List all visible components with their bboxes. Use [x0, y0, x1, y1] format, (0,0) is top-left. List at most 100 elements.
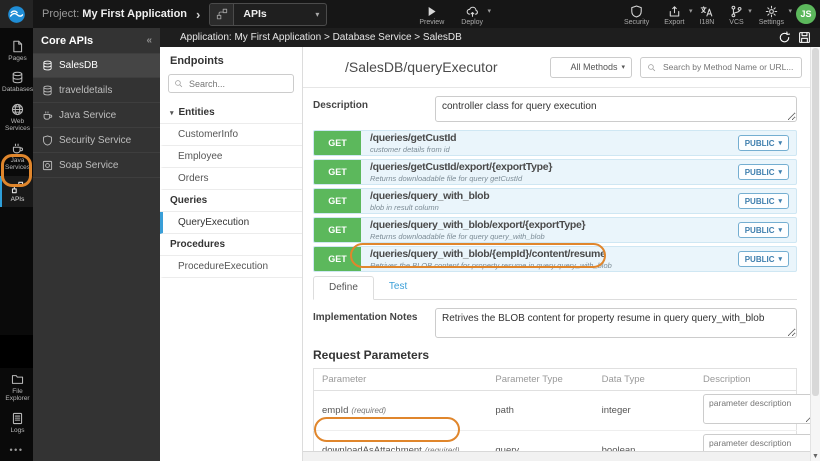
- access-label: PUBLIC: [744, 254, 775, 264]
- service-item-traveldetails[interactable]: traveldetails: [33, 78, 160, 103]
- service-item-soap-service[interactable]: Soap Service: [33, 153, 160, 178]
- endpoint-list: GET/queries/getCustId customer details fr…: [313, 130, 797, 272]
- endpoint-row-4[interactable]: GET/queries/query_with_blob/export/{expo…: [313, 217, 797, 243]
- endpoints-section-label: Queries: [170, 195, 208, 206]
- rail-overflow-button[interactable]: •••: [0, 438, 33, 461]
- chevron-down-icon: ▾: [621, 64, 625, 71]
- i18n-icon: [700, 5, 713, 18]
- endpoint-item-procedureexecution[interactable]: ProcedureExecution: [160, 256, 302, 278]
- endpoint-item-employee[interactable]: Employee: [160, 146, 302, 168]
- export-button[interactable]: Export ▾: [664, 3, 693, 26]
- method-badge: GET: [314, 189, 361, 213]
- access-label: PUBLIC: [744, 167, 775, 177]
- user-avatar[interactable]: JS: [796, 4, 816, 24]
- column-header-description: Description: [695, 368, 797, 391]
- param-description-textarea[interactable]: [703, 394, 810, 424]
- vcs-button[interactable]: VCS ▾: [729, 3, 752, 26]
- database-icon: [11, 71, 24, 84]
- implementation-notes-textarea[interactable]: Retrives the BLOB content for property r…: [435, 308, 797, 338]
- export-icon: [668, 5, 681, 18]
- sidebar-item-web-services[interactable]: Web Services: [0, 98, 33, 137]
- endpoint-info: /queries/getCustId/export/{exportType} Re…: [370, 162, 552, 182]
- preview-button[interactable]: Preview: [419, 3, 444, 26]
- method-filter-dropdown[interactable]: All Methods ▾: [550, 56, 632, 78]
- access-label: PUBLIC: [744, 138, 775, 148]
- endpoint-summary: blob in result column: [370, 202, 439, 212]
- table-row: empId (required) path integer: [313, 390, 810, 431]
- api-icon: [216, 8, 228, 20]
- play-icon: [425, 5, 438, 18]
- sidebar-item-pages[interactable]: Pages: [0, 35, 33, 66]
- endpoint-item-customerinfo[interactable]: CustomerInfo: [160, 124, 302, 146]
- main-scrollbar[interactable]: ▼: [810, 47, 820, 461]
- vcs-label: VCS: [729, 18, 744, 26]
- settings-button[interactable]: Settings ▾: [758, 3, 792, 26]
- folder-icon: [11, 373, 24, 386]
- access-dropdown-button[interactable]: PUBLIC ▾: [737, 251, 789, 267]
- wavemaker-studio-page: Project: My First Application › APIs ▾ Pr…: [0, 0, 820, 461]
- access-dropdown-button[interactable]: PUBLIC ▾: [737, 222, 789, 238]
- service-item-java-service[interactable]: Java Service: [33, 103, 160, 128]
- access-dropdown-button[interactable]: PUBLIC ▾: [737, 135, 789, 151]
- security-button[interactable]: Security: [624, 3, 649, 26]
- top-bar: Project: My First Application › APIs ▾ Pr…: [0, 0, 820, 28]
- scrollbar-thumb[interactable]: [812, 48, 819, 396]
- endpoints-search-input[interactable]: [187, 77, 288, 90]
- tab-define[interactable]: Define: [313, 276, 374, 300]
- endpoint-item-queryexecution[interactable]: QueryExecution: [160, 212, 302, 234]
- endpoint-summary: Retrives the BLOB content for property r…: [370, 260, 612, 270]
- param-name-cell: empId (required): [313, 390, 488, 431]
- method-search-input[interactable]: [661, 61, 795, 73]
- rail-bottom-items: File Explorer Logs: [0, 368, 33, 438]
- deploy-icon: [466, 5, 479, 18]
- endpoints-section-entities[interactable]: ▾ Entities: [160, 102, 302, 124]
- method-badge: GET: [314, 160, 361, 184]
- method-badge: GET: [314, 131, 361, 155]
- access-dropdown-button[interactable]: PUBLIC ▾: [737, 164, 789, 180]
- tab-test[interactable]: Test: [374, 276, 422, 300]
- scrollbar-down-arrow[interactable]: ▼: [811, 453, 820, 460]
- app-logo[interactable]: [0, 0, 33, 28]
- settings-label: Settings: [758, 18, 784, 26]
- sidebar-item-label: Logs: [10, 426, 25, 434]
- method-search[interactable]: [640, 56, 802, 78]
- security-label: Security: [623, 18, 650, 26]
- endpoint-row-5[interactable]: GET/queries/query_with_blob/{empId}/cont…: [313, 246, 797, 272]
- chevron-down-icon: ▾: [315, 9, 320, 19]
- sidebar-item-file-explorer[interactable]: File Explorer: [0, 368, 33, 407]
- workspace-selector-dropdown[interactable]: APIs ▾: [209, 2, 328, 26]
- sidebar-item-databases[interactable]: Databases: [0, 66, 33, 97]
- i18n-button[interactable]: I18N: [700, 3, 714, 26]
- endpoints-section-procedures[interactable]: Procedures: [160, 234, 302, 256]
- access-dropdown-button[interactable]: PUBLIC ▾: [737, 193, 789, 209]
- service-item-security-service[interactable]: Security Service: [33, 128, 160, 153]
- coffee-icon: [11, 142, 24, 155]
- sidebar-item-apis[interactable]: APIs: [0, 175, 33, 208]
- collapse-panel-icon[interactable]: «: [146, 35, 152, 46]
- description-textarea[interactable]: controller class for query execution: [435, 96, 797, 122]
- sidebar-item-java-services[interactable]: Java Services: [0, 137, 33, 176]
- column-header-parameter: Parameter: [313, 368, 488, 391]
- save-icon[interactable]: [798, 31, 811, 44]
- page-title: /SalesDB/queryExecutor: [345, 59, 498, 75]
- service-item-salesdb[interactable]: SalesDB: [33, 53, 160, 78]
- breadcrumb: Application: My First Application > Data…: [180, 32, 462, 43]
- endpoint-item-orders[interactable]: Orders: [160, 168, 302, 190]
- panel-bottom-edge: [303, 451, 810, 461]
- service-detail-body: Description controller class for query e…: [303, 88, 810, 461]
- sidebar-item-logs[interactable]: Logs: [0, 407, 33, 438]
- endpoints-section-queries[interactable]: Queries: [160, 190, 302, 212]
- endpoint-row-1[interactable]: GET/queries/getCustId customer details fr…: [313, 130, 797, 156]
- collapse-triangle-icon: ▾: [170, 109, 174, 117]
- deploy-button[interactable]: Deploy ▾: [461, 3, 491, 26]
- endpoint-row-3[interactable]: GET/queries/query_with_blob blob in resul…: [313, 188, 797, 214]
- coffee-icon: [42, 110, 53, 121]
- endpoints-search[interactable]: [168, 74, 294, 93]
- refresh-icon[interactable]: [778, 31, 791, 44]
- page-icon: [11, 40, 24, 53]
- shield-icon: [42, 134, 53, 146]
- topbar-right-actions: Security Export ▾ I18N VCS ▾ Settings ▾: [624, 3, 792, 26]
- endpoint-row-2[interactable]: GET/queries/getCustId/export/{exportType…: [313, 159, 797, 185]
- chevron-down-icon: ▾: [788, 7, 792, 15]
- project-name: My First Application: [82, 8, 188, 20]
